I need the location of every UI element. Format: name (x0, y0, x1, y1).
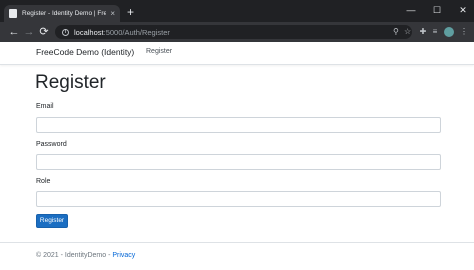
forward-arrow-icon[interactable]: → (23, 25, 35, 39)
new-tab-icon[interactable]: + (127, 6, 134, 18)
address-bar[interactable]: i localhost:5000/Auth/Register ⚲ ☆ (55, 25, 412, 39)
zoom-icon[interactable]: ⚲ (393, 28, 399, 36)
menu-kebab-icon[interactable]: ⋮ (458, 27, 470, 37)
reload-icon[interactable]: ⟳ (38, 25, 50, 39)
extensions-icon[interactable]: ✚ (417, 27, 429, 37)
page-favicon-icon (9, 9, 17, 18)
email-field[interactable] (36, 117, 441, 133)
url-host: localhost (74, 27, 104, 37)
role-field[interactable] (36, 191, 441, 207)
profile-avatar[interactable] (444, 27, 454, 37)
tab-close-icon[interactable]: × (110, 9, 115, 18)
url-path: :5000/Auth/Register (103, 27, 170, 37)
site-footer: © 2021 - IdentityDemo - Privacy (0, 242, 474, 270)
close-window-icon[interactable]: ✕ (457, 4, 469, 16)
site-info-icon[interactable]: i (62, 28, 69, 36)
browser-toolbar: ← → ⟳ i localhost:5000/Auth/Register ⚲ ☆… (0, 22, 474, 42)
bookmark-star-icon[interactable]: ☆ (404, 28, 411, 36)
maximize-icon[interactable]: ☐ (431, 4, 443, 16)
footer-text: © 2021 - IdentityDemo - Privacy (36, 252, 135, 259)
nav-link-register[interactable]: Register (146, 48, 172, 55)
register-button[interactable]: Register (36, 214, 68, 228)
back-arrow-icon[interactable]: ← (8, 25, 20, 39)
page-title: Register (35, 72, 106, 93)
password-field[interactable] (36, 154, 441, 170)
password-label: Password (36, 141, 67, 148)
site-navbar: FreeCode Demo (Identity) Register (0, 42, 474, 65)
role-label: Role (36, 178, 51, 185)
browser-tab-active[interactable]: Register - Identity Demo | FreeC × (4, 5, 120, 22)
email-label: Email (36, 103, 54, 110)
minimize-icon[interactable]: — (405, 4, 417, 16)
browser-tab-strip: Register - Identity Demo | FreeC × + — ☐… (0, 0, 474, 22)
navbar-brand[interactable]: FreeCode Demo (Identity) (36, 47, 134, 57)
reading-list-icon[interactable]: ≡ (429, 27, 441, 37)
tab-title: Register - Identity Demo | FreeC (22, 10, 107, 17)
privacy-link[interactable]: Privacy (112, 252, 135, 259)
footer-copyright: © 2021 - IdentityDemo - (36, 252, 113, 259)
